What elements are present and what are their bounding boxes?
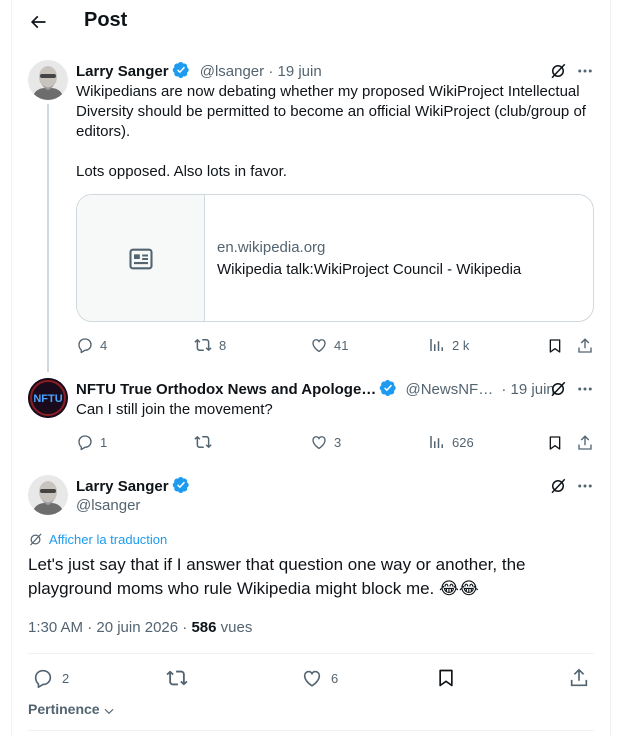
reply-count: 2: [62, 670, 70, 686]
repost-icon: [194, 338, 212, 352]
grok-icon: [551, 63, 566, 79]
avatar-nftu[interactable]: NFTU: [28, 378, 68, 418]
repost-icon: [194, 435, 212, 449]
tweet2-header: NFTU True Orthodox News and Apologe… @Ne…: [76, 379, 555, 400]
chevron-down-icon: [104, 708, 114, 715]
more-horizontal-icon: [578, 484, 592, 488]
author-name[interactable]: Larry Sanger: [76, 63, 169, 80]
share-button[interactable]: [575, 336, 595, 356]
bookmark-button[interactable]: [545, 433, 565, 453]
page-header: Post: [0, 0, 631, 46]
author-handle[interactable]: @lsanger: [200, 63, 264, 80]
post-text: Can I still join the movement?: [76, 401, 273, 418]
avatar-logo-text: NFTU: [33, 393, 62, 405]
reply-icon: [78, 338, 92, 354]
sort-label: Pertinence: [28, 701, 100, 717]
author-handle[interactable]: @NewsNF…: [405, 381, 493, 398]
post-metadata: 1:30 AM · 20 juin 2026 · 586 vues: [28, 618, 252, 638]
view-count: 586: [191, 619, 217, 636]
bookmark-icon: [549, 436, 561, 450]
repost-button[interactable]: 8: [193, 336, 226, 354]
like-button[interactable]: 6: [301, 667, 338, 689]
repost-button[interactable]: [193, 433, 219, 451]
reply-button[interactable]: 1: [76, 433, 107, 451]
views-button[interactable]: 2 k: [428, 336, 469, 354]
divider: [28, 653, 594, 654]
reply-icon: [34, 669, 52, 688]
reply-count: 4: [100, 337, 108, 353]
like-count: 6: [331, 670, 339, 686]
analytics-icon: [430, 436, 443, 448]
repost-icon: [166, 670, 188, 686]
grok-button[interactable]: [546, 378, 570, 400]
tweet1-header: Larry Sanger @lsanger · 19 juin: [76, 61, 322, 82]
reply-icon: [78, 435, 92, 451]
post-timestamp[interactable]: 1:30 AM · 20 juin 2026 ·: [28, 619, 191, 636]
translate-label: Afficher la traduction: [49, 532, 168, 547]
bookmark-icon: [439, 669, 453, 687]
reply-count: 1: [100, 434, 108, 450]
more-horizontal-icon: [578, 387, 592, 391]
share-button[interactable]: [567, 666, 591, 690]
card-title: Wikipedia talk:WikiProject Council - Wik…: [217, 261, 522, 278]
verified-badge-icon: [380, 379, 396, 397]
author-name[interactable]: NFTU True Orthodox News and Apologe…: [76, 381, 376, 398]
link-card[interactable]: en.wikipedia.org Wikipedia talk:WikiProj…: [76, 194, 594, 322]
views-label: vues: [216, 619, 253, 636]
reply-button[interactable]: 2: [32, 667, 69, 689]
share-button[interactable]: [575, 433, 595, 453]
like-button[interactable]: 41: [310, 336, 348, 354]
grok-icon: [551, 381, 566, 397]
heart-icon: [303, 670, 321, 687]
main-post-text: Let's just say that if I answer that que…: [28, 555, 526, 598]
article-icon: [128, 248, 153, 270]
author-handle[interactable]: @lsanger: [76, 496, 140, 516]
heart-icon: [312, 436, 326, 450]
card-domain: en.wikipedia.org: [217, 239, 326, 256]
translate-link[interactable]: Afficher la traduction: [28, 532, 167, 547]
grok-icon: [30, 533, 42, 546]
heart-icon: [312, 339, 326, 353]
author-name[interactable]: Larry Sanger: [76, 478, 169, 495]
sort-dropdown[interactable]: Pertinence: [28, 700, 116, 718]
back-button[interactable]: [24, 8, 52, 36]
views-button[interactable]: 626: [428, 433, 474, 451]
reply-button[interactable]: 4: [76, 336, 107, 354]
repost-button[interactable]: [165, 667, 197, 689]
view-count: 2 k: [452, 337, 470, 353]
divider: [28, 730, 594, 731]
more-options-button[interactable]: [574, 475, 596, 497]
thread-connector: [47, 104, 49, 372]
main-author-name-row: Larry Sanger: [76, 476, 190, 497]
bookmark-button[interactable]: [434, 666, 458, 690]
grok-button[interactable]: [546, 60, 570, 82]
repost-count: 8: [219, 337, 227, 353]
like-count: 3: [334, 434, 342, 450]
arrow-left-icon: [30, 15, 46, 29]
verified-badge-icon: [172, 476, 189, 494]
avatar-larry-sanger[interactable]: [28, 60, 68, 100]
more-options-button[interactable]: [574, 378, 596, 400]
share-icon: [570, 668, 588, 687]
share-icon: [578, 435, 592, 450]
more-options-button[interactable]: [574, 60, 596, 82]
bookmark-icon: [549, 339, 561, 353]
grok-icon: [551, 478, 566, 494]
share-icon: [578, 338, 592, 353]
verified-badge-icon: [172, 61, 189, 79]
like-button[interactable]: 3: [310, 433, 341, 451]
more-horizontal-icon: [578, 69, 592, 73]
post-text: Wikipedians are now debating whether my …: [76, 83, 586, 180]
page-title: Post: [84, 9, 128, 31]
analytics-icon: [430, 339, 443, 351]
avatar-larry-sanger[interactable]: [28, 475, 68, 515]
like-count: 41: [334, 337, 349, 353]
grok-button[interactable]: [546, 475, 570, 497]
bookmark-button[interactable]: [545, 336, 565, 356]
view-count: 626: [452, 434, 474, 450]
card-thumbnail: [77, 195, 205, 321]
post-date[interactable]: · 19 juin: [268, 63, 321, 80]
